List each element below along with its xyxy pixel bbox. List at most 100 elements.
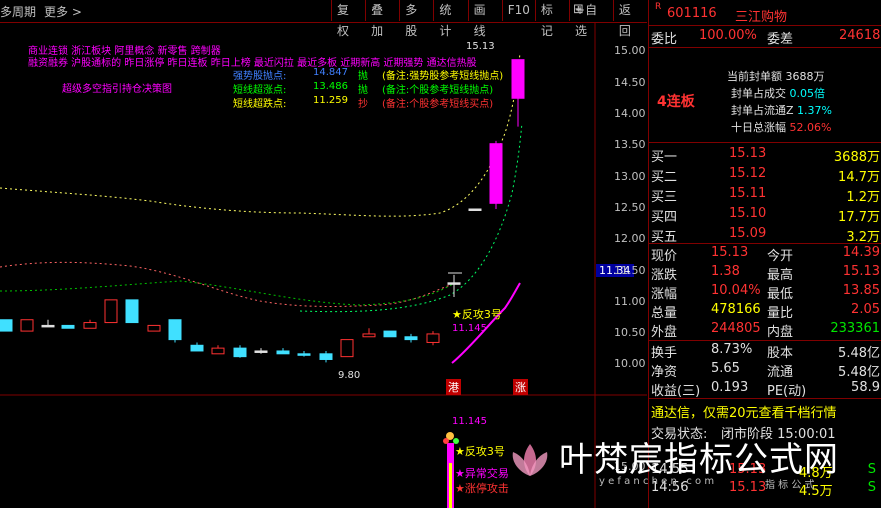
bid-price: 15.12 <box>729 166 767 181</box>
fund-row: 收益(三) 0.193 PE(动) 58.9 <box>649 378 881 399</box>
chart-toolbar: 多周期 更多 > 复权 叠加 多股 统计 画线 F10 标记 +自选 返回 ⊞ <box>0 0 647 38</box>
lower-limit-up-label: 涨停攻击 <box>464 482 509 495</box>
stock-name: 三江购物 <box>735 10 788 25</box>
signal-label-overbought: 短线超涨点: <box>233 85 287 96</box>
toolbar-button-adjust[interactable]: 复权 <box>331 0 365 38</box>
toolbar-button-mark[interactable]: 标记 <box>534 0 569 38</box>
signal-note-oversold: (备注:个股参考短线买点) <box>382 99 494 110</box>
fund-value: 0.193 <box>711 380 749 395</box>
candle-body <box>125 299 139 324</box>
candle-body <box>254 350 268 353</box>
candle-body <box>489 143 503 204</box>
signal-value-overbought: 13.486 <box>313 81 348 92</box>
low-price-label: 9.80 <box>338 370 361 381</box>
fundamentals-grid: 换手 8.73% 股本 5.48亿 净资 5.65 流通 5.48亿 收益(三) 0.193 PE(… <box>649 340 881 399</box>
yaxis-tick: 14.50 <box>614 76 646 89</box>
toolbar-button-overlay[interactable]: 叠加 <box>365 0 399 38</box>
seal-turnover-value: 0.05倍 <box>789 87 826 100</box>
fund-value: 8.73% <box>711 342 753 357</box>
ten-day-label: 十日总涨幅 <box>731 121 786 134</box>
quote-row: 总量 478166 量比 2.05 <box>649 300 881 321</box>
seal-info: 当前封单额 3688万 封单占成交 0.05倍 封单占流通Z 1.37% 十日总… <box>649 48 881 140</box>
stock-header: R 601116 三江购物 <box>649 2 881 25</box>
yaxis-tick: 11.50 <box>614 264 646 277</box>
counter-label: 反攻3号 <box>461 308 502 321</box>
candle-body <box>168 319 182 341</box>
weicha-label: 委差 <box>767 32 794 47</box>
quote-row: 涨跌 1.38 最高 15.13 <box>649 262 881 283</box>
bid-price: 15.09 <box>729 226 767 241</box>
bid-book: 买一 15.13 3688万 买二 15.12 14.7万 买三 15.11 1.2万 买四 15.… <box>649 144 881 245</box>
settings-grid-icon[interactable]: ⊞ <box>573 2 584 17</box>
watermark-url: y e f a n c h e n . c o m <box>599 476 715 487</box>
support-band-line <box>0 280 456 306</box>
volume-bar-highlight <box>449 463 452 508</box>
strategy-label: 超级多空指引持仓决策图 <box>62 84 172 95</box>
quote-value: 15.13 <box>711 245 749 260</box>
watermark: 叶梵宸指标公式网 y e f a n c h e n . c o m 指 标 公… <box>505 430 881 508</box>
candle-body <box>147 324 161 332</box>
candle-body <box>0 319 13 332</box>
star-icon: ★ <box>455 445 465 458</box>
toolbar-button-draw-line[interactable]: 画线 <box>467 0 502 38</box>
candle-body <box>297 353 311 356</box>
signal-label-oversold: 短线超跌点: <box>233 99 287 110</box>
counter-value: 11.145 <box>452 323 487 334</box>
seal-float-value: 1.37% <box>797 104 832 117</box>
candle-body <box>447 282 461 285</box>
toolbar-button-multi-stock[interactable]: 多股 <box>399 0 433 38</box>
watermark-sub: 指 标 公 式 <box>765 480 815 491</box>
seal-amount-label: 当前封单额 <box>727 70 782 83</box>
order-ratio-row: 委比 100.00% 委差 24618 <box>649 26 881 47</box>
yaxis-tick: 15.00 <box>614 44 646 57</box>
bid-label: 买二 <box>651 170 678 185</box>
yaxis-tick: 13.00 <box>614 170 646 183</box>
high-price-label: 15.13 <box>466 41 495 52</box>
candle-body <box>511 59 525 99</box>
ten-day-value: 52.06% <box>789 121 832 134</box>
bid-row[interactable]: 买三 15.11 1.2万 <box>649 184 881 205</box>
lower-value: 11.145 <box>452 416 487 427</box>
more-menu[interactable]: 更多 > <box>44 3 82 20</box>
tag-limit-up: 涨 <box>513 379 528 395</box>
bid-row[interactable]: 买一 15.13 3688万 <box>649 144 881 165</box>
candle-body <box>41 324 55 328</box>
quote-value: 244805 <box>711 321 761 336</box>
candle-body <box>404 336 418 341</box>
toolbar-button-f10[interactable]: F10 <box>501 0 535 21</box>
fund-label: 收益(三) <box>651 384 701 399</box>
candle-body <box>61 324 75 329</box>
candle-body <box>468 208 482 211</box>
yaxis-tick: 10.00 <box>614 357 646 370</box>
bid-price: 15.10 <box>729 206 767 221</box>
bid-label: 买一 <box>651 150 678 165</box>
candle-body <box>20 319 34 332</box>
fund-row: 净资 5.65 流通 5.48亿 <box>649 359 881 380</box>
toolbar-button-statistics[interactable]: 统计 <box>433 0 467 38</box>
quote-label: 内盘 <box>767 325 794 340</box>
weibi-value: 100.00% <box>699 28 757 43</box>
lower-limit-up: ★涨停攻击 <box>455 480 509 496</box>
bid-row[interactable]: 买四 15.10 17.7万 <box>649 204 881 225</box>
signal-note-strong: (备注:强势股参考短线抛点) <box>382 71 504 82</box>
bid-volume: 17.7万 <box>838 210 880 225</box>
period-selector[interactable]: 多周期 <box>0 3 36 20</box>
bid-row[interactable]: 买五 15.09 3.2万 <box>649 224 881 245</box>
signal-dot-icon <box>443 438 449 444</box>
bid-row[interactable]: 买二 15.12 14.7万 <box>649 164 881 185</box>
toolbar-button-back[interactable]: 返回 <box>612 0 647 38</box>
quote-row: 外盘 244805 内盘 233361 <box>649 319 881 340</box>
bid-volume: 14.7万 <box>838 170 880 185</box>
signal-tag-overbought: 抛 <box>358 85 368 96</box>
ad-banner[interactable]: 通达信，仅需20元查看千档行情 <box>649 400 881 421</box>
seal-amount-value: 3688万 <box>785 70 825 83</box>
yaxis-tick: 11.00 <box>614 295 646 308</box>
bid-volume: 3688万 <box>833 150 880 165</box>
quote-value: 14.39 <box>842 245 880 260</box>
star-icon: ★ <box>455 467 465 480</box>
bid-price: 15.11 <box>729 186 767 201</box>
quote-value: 2.05 <box>851 302 880 317</box>
bid-label: 买三 <box>651 190 678 205</box>
stock-code: 601116 <box>667 6 717 21</box>
fund-value: 58.9 <box>851 380 880 395</box>
